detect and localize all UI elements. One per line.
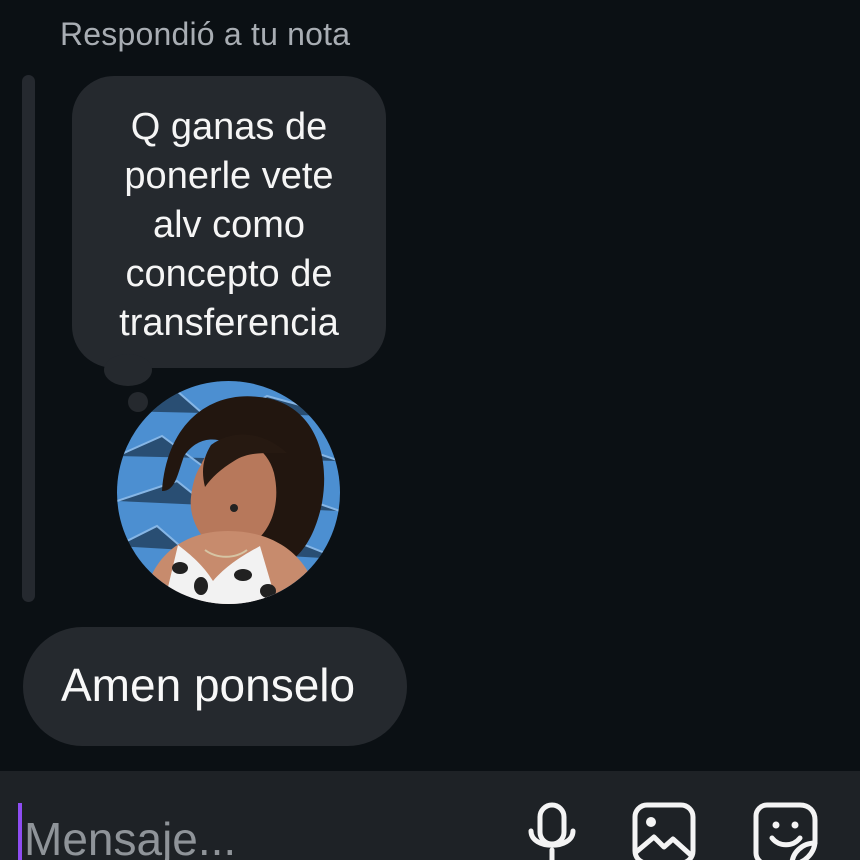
thought-dot-large [104, 354, 152, 386]
sticker-icon [753, 802, 818, 860]
note-line: transferencia [119, 302, 339, 344]
gallery-button[interactable] [630, 800, 700, 860]
avatar[interactable] [117, 381, 340, 604]
message-bubble[interactable]: Amen ponselo [23, 627, 407, 746]
note-line: Q ganas de [130, 106, 328, 148]
message-input[interactable] [24, 809, 504, 860]
text-cursor [18, 803, 22, 860]
note-line: concepto de [125, 253, 333, 295]
sticker-button[interactable] [751, 800, 821, 860]
quote-bar [22, 75, 35, 602]
note-line: ponerle vete [124, 155, 334, 197]
thought-dot-small [128, 392, 148, 412]
message-composer [0, 771, 860, 860]
note-line: alv como [152, 204, 306, 246]
microphone-button[interactable] [518, 800, 588, 860]
avatar-photo [117, 381, 340, 604]
microphone-icon [528, 802, 576, 860]
gallery-icon [632, 802, 696, 860]
note-bubble: Q ganas de ponerle vete alv como concept… [72, 76, 386, 368]
reply-label: Respondió a tu nota [60, 16, 351, 52]
